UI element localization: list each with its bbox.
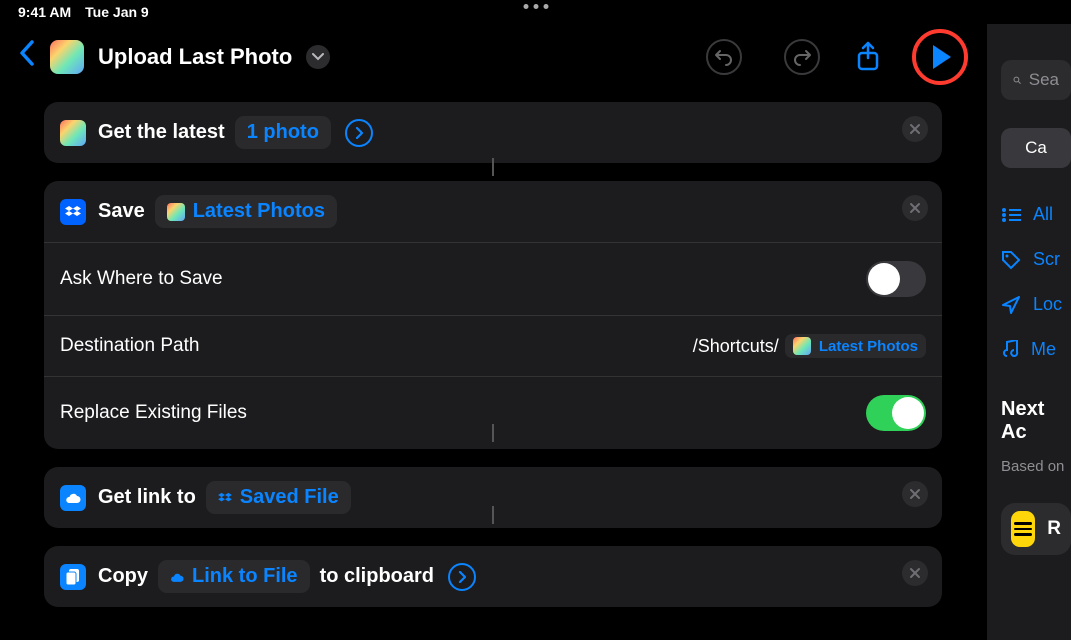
document-icon [60,564,86,590]
destination-value: /Shortcuts/ Latest Photos [693,334,926,358]
top-bar: Upload Last Photo [0,24,986,90]
categories-button[interactable]: Ca [1001,128,1071,168]
suggestion-card[interactable]: R [1001,503,1071,555]
photos-icon [60,120,86,146]
search-placeholder: Sea [1029,70,1059,90]
status-date: Tue Jan 9 [85,4,149,20]
sidebar-panel: Sea Ca All Scr Loc Me Next Ac Based o [986,24,1071,640]
cloud-icon [170,572,184,582]
status-bar: 9:41 AM Tue Jan 9 [0,0,1071,24]
ask-where-toggle[interactable] [866,261,926,297]
destination-variable[interactable]: Latest Photos [785,334,926,358]
sidebar-item-scripting[interactable]: Scr [1001,249,1071,270]
run-button[interactable] [912,29,968,85]
dropbox-icon [218,492,232,504]
delete-action-button[interactable] [902,116,928,142]
setting-label: Destination Path [60,335,199,357]
dropbox-icon [60,199,86,225]
photo-count-param[interactable]: 1 photo [235,116,331,149]
search-input[interactable]: Sea [1001,60,1071,100]
destination-path-row[interactable]: Destination Path /Shortcuts/ Latest Phot… [44,315,942,376]
ask-where-to-save-row: Ask Where to Save [44,242,942,315]
setting-label: Replace Existing Files [60,402,247,424]
replace-existing-toggle[interactable] [866,395,926,431]
undo-button[interactable] [706,39,742,75]
action-save-dropbox[interactable]: Save Latest Photos Ask Where to Save D [44,181,942,449]
sidebar-item-location[interactable]: Loc [1001,294,1071,315]
expand-action-button[interactable] [345,119,373,147]
main-editor: Upload Last Photo [0,24,986,640]
actions-canvas: Get the latest 1 photo [0,90,986,625]
location-icon [1001,295,1021,315]
next-action-heading: Next Ac [1001,398,1071,444]
action-prefix: Copy [98,565,148,588]
suggestion-label: R [1047,518,1061,540]
title-menu-button[interactable] [306,45,330,69]
shortcut-title: Upload Last Photo [98,44,292,70]
delete-action-button[interactable] [902,481,928,507]
play-icon [933,45,951,69]
action-get-latest-photos[interactable]: Get the latest 1 photo [44,102,942,163]
action-prefix: Get the latest [98,121,225,144]
copy-input-param[interactable]: Link to File [158,560,310,593]
shortcut-icon [50,40,84,74]
save-input-param[interactable]: Latest Photos [155,195,337,228]
sidebar-item-media[interactable]: Me [1001,339,1071,360]
notes-icon [1011,511,1035,547]
delete-action-button[interactable] [902,560,928,586]
share-button[interactable] [850,41,886,73]
action-prefix: Save [98,200,145,223]
connector-line [492,158,494,176]
connector-line [492,424,494,442]
cloud-icon [60,485,86,511]
photos-icon [167,203,185,221]
connector-line [492,506,494,524]
status-time: 9:41 AM [18,4,71,20]
action-prefix: Get link to [98,486,196,509]
get-link-param[interactable]: Saved File [206,481,351,514]
photos-icon [793,337,811,355]
tag-icon [1001,250,1021,270]
redo-button[interactable] [784,39,820,75]
setting-label: Ask Where to Save [60,268,223,290]
action-suffix: to clipboard [320,565,434,588]
multitask-dots[interactable] [523,4,548,9]
back-button[interactable] [18,39,36,75]
list-icon [1001,207,1021,223]
delete-action-button[interactable] [902,195,928,221]
action-copy-clipboard[interactable]: Copy Link to File to clipboard [44,546,942,607]
expand-action-button[interactable] [448,563,476,591]
sidebar-item-all[interactable]: All [1001,204,1071,225]
next-action-subtitle: Based on [1001,458,1071,475]
music-icon [1001,340,1019,360]
search-icon [1013,72,1021,88]
